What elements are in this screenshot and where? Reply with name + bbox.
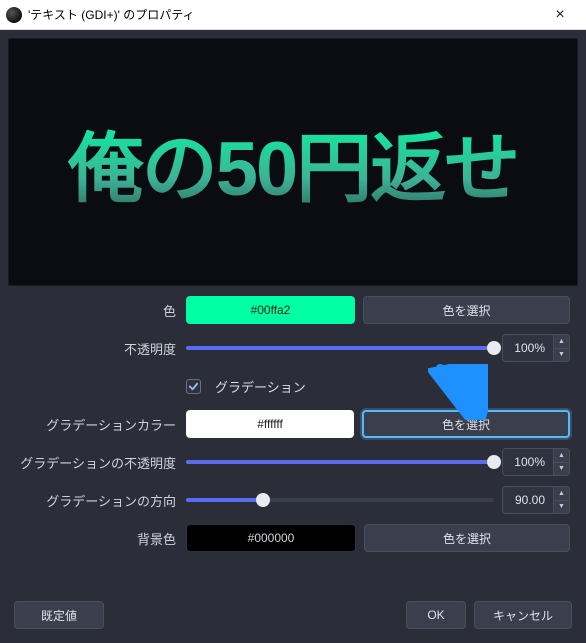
obs-icon (6, 7, 22, 23)
footer: 既定値 OK キャンセル (8, 593, 578, 635)
preview-area: 俺の50円返せ (8, 38, 578, 286)
bg-color-swatch[interactable]: #000000 (186, 524, 356, 552)
gradient-color-swatch[interactable]: #ffffff (186, 410, 354, 438)
gradient-opacity-spinbox[interactable]: 100% ▲▼ (502, 448, 570, 476)
choose-color-button[interactable]: 色を選択 (363, 296, 570, 324)
label-gradient-opacity: グラデーションの不透明度 (16, 453, 186, 472)
close-button[interactable]: × (540, 6, 580, 24)
chevron-up-icon[interactable]: ▲ (554, 335, 569, 349)
preview-text: 俺の50円返せ (68, 107, 519, 217)
gradient-checkbox-label: グラデーション (215, 377, 306, 396)
row-color: 色 #00ffa2 色を選択 (16, 296, 570, 324)
gradient-direction-slider[interactable] (186, 493, 494, 507)
defaults-button[interactable]: 既定値 (14, 601, 104, 629)
chevron-up-icon[interactable]: ▲ (554, 449, 569, 463)
row-gradient-color: グラデーションカラー #ffffff 色を選択 (16, 410, 570, 438)
chevron-down-icon[interactable]: ▼ (554, 349, 569, 362)
opacity-spinbox[interactable]: 100% ▲▼ (502, 334, 570, 362)
row-gradient-checkbox: グラデーション (16, 372, 570, 400)
label-gradient-direction: グラデーションの方向 (16, 491, 186, 510)
label-gradient-color: グラデーションカラー (16, 415, 186, 434)
gradient-opacity-slider[interactable] (186, 455, 494, 469)
chevron-up-icon[interactable]: ▲ (554, 487, 569, 501)
chevron-down-icon[interactable]: ▼ (554, 501, 569, 514)
opacity-value: 100 (514, 341, 534, 355)
gradient-direction-value: 90.00 (515, 493, 545, 507)
gradient-direction-spinbox[interactable]: 90.00 ▲▼ (502, 486, 570, 514)
label-bg-color: 背景色 (16, 529, 186, 548)
color-swatch[interactable]: #00ffa2 (186, 296, 355, 324)
choose-bg-color-button[interactable]: 色を選択 (364, 524, 570, 552)
row-opacity: 不透明度 100% ▲▼ (16, 334, 570, 362)
row-bg-color: 背景色 #000000 色を選択 (16, 524, 570, 552)
row-gradient-direction: グラデーションの方向 90.00 ▲▼ (16, 486, 570, 514)
titlebar: 'テキスト (GDI+)' のプロパティ × (0, 0, 586, 30)
label-opacity: 不透明度 (16, 339, 186, 358)
gradient-checkbox[interactable] (186, 379, 201, 394)
chevron-down-icon[interactable]: ▼ (554, 463, 569, 476)
gradient-opacity-value: 100 (514, 455, 534, 469)
choose-gradient-color-button[interactable]: 色を選択 (362, 410, 570, 438)
opacity-slider[interactable] (186, 341, 494, 355)
window-title: 'テキスト (GDI+)' のプロパティ (28, 6, 540, 23)
ok-button[interactable]: OK (406, 601, 466, 629)
row-gradient-opacity: グラデーションの不透明度 100% ▲▼ (16, 448, 570, 476)
cancel-button[interactable]: キャンセル (474, 601, 572, 629)
label-color: 色 (16, 301, 186, 320)
